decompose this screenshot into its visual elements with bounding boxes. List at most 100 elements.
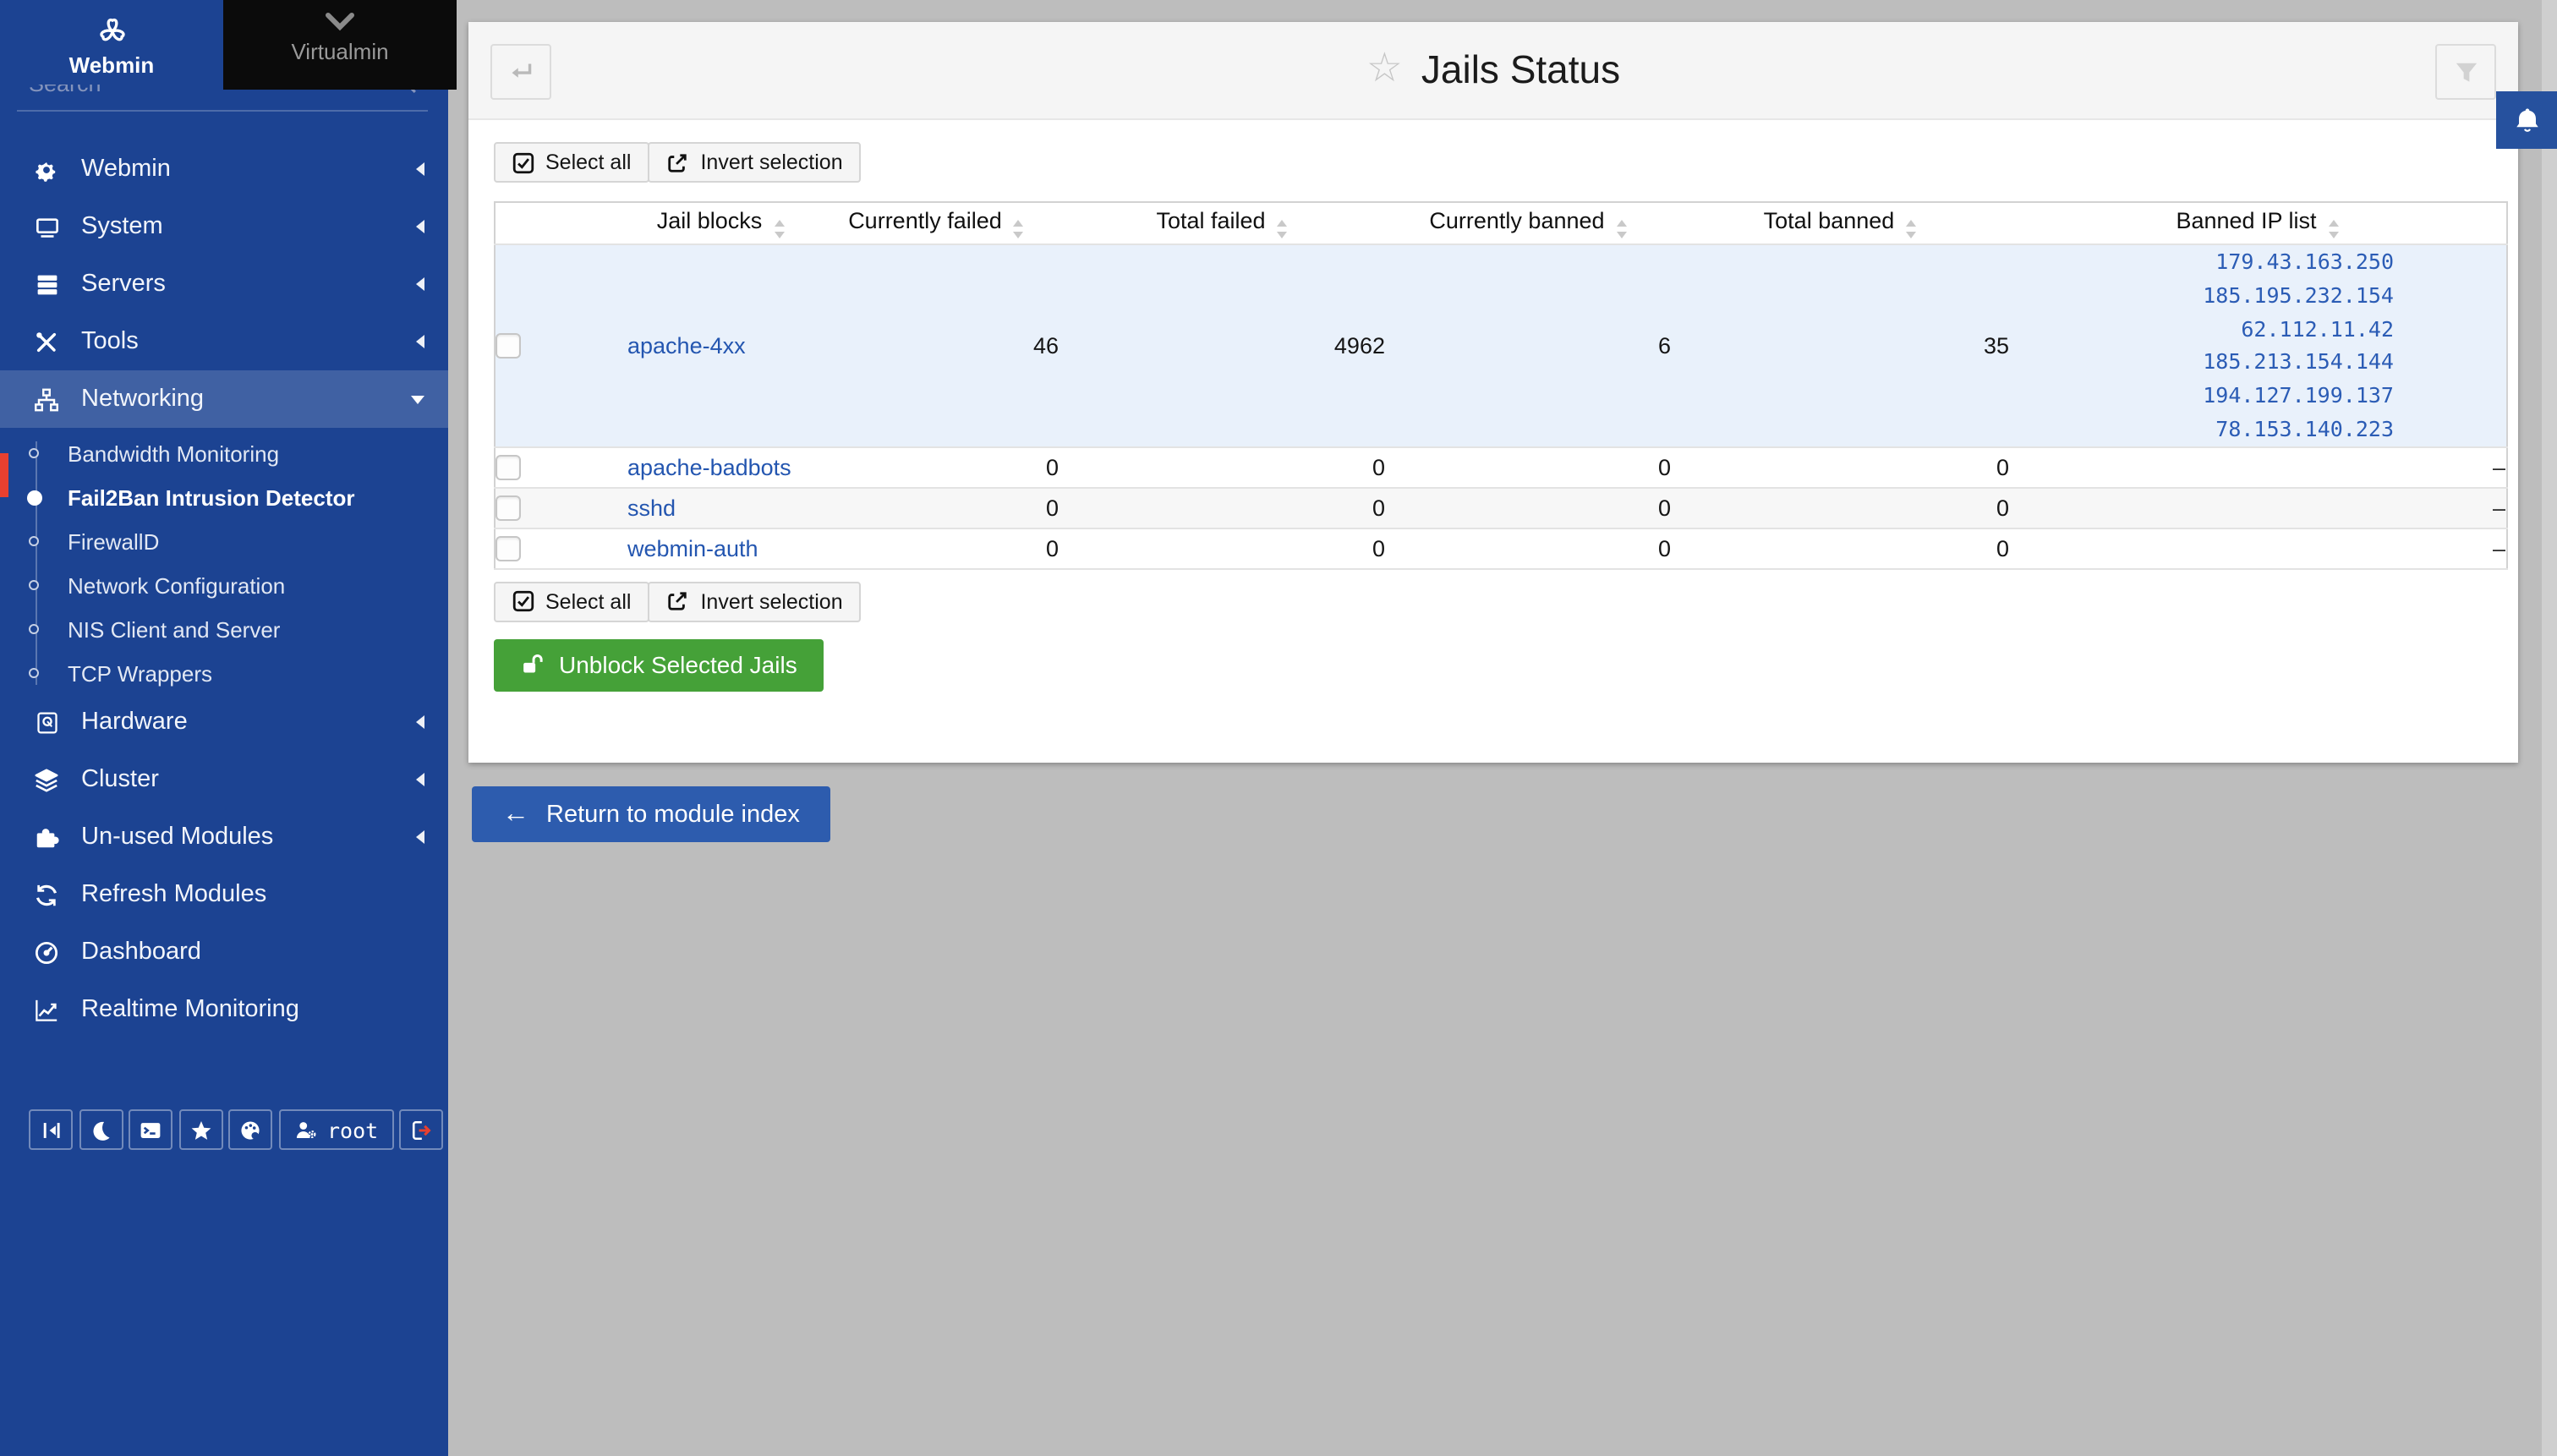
sidebar-item-dashboard[interactable]: Dashboard: [0, 923, 448, 981]
row-checkbox[interactable]: [495, 536, 520, 561]
gear-icon: [30, 156, 63, 182]
sidebar-item-firewalld[interactable]: FirewallD: [0, 519, 448, 563]
sidebar-item-refresh-modules[interactable]: Refresh Modules: [0, 866, 448, 923]
star-outline-icon[interactable]: ☆: [1366, 48, 1403, 89]
tab-webmin[interactable]: Webmin: [0, 0, 223, 85]
col-jail-blocks[interactable]: Jail blocks: [627, 202, 813, 244]
collapse-sidebar-button[interactable]: [29, 1109, 73, 1150]
invert-selection-button[interactable]: Invert selection: [648, 142, 861, 183]
jail-link[interactable]: sshd: [627, 495, 676, 521]
sidebar-item-cluster[interactable]: Cluster: [0, 751, 448, 808]
funnel-icon: [2453, 60, 2478, 84]
sidebar-item-tools[interactable]: Tools: [0, 313, 448, 370]
user-root-button[interactable]: root: [278, 1109, 393, 1150]
invert-selection-label: Invert selection: [700, 151, 842, 174]
sidebar-item-network-configuration[interactable]: Network Configuration: [0, 563, 448, 607]
sort-icon[interactable]: [1906, 221, 1916, 238]
tab-virtualmin[interactable]: Virtualmin: [223, 0, 457, 90]
terminal-button[interactable]: [129, 1109, 172, 1150]
tab-virtualmin-label: Virtualmin: [291, 39, 388, 64]
sidebar-item-unused-modules[interactable]: Un-used Modules: [0, 808, 448, 866]
sidebar-item-label: Hardware: [81, 709, 188, 736]
table-row-sshd: sshd 0 0 0 0 –: [494, 488, 2506, 528]
line-chart-icon: [30, 997, 63, 1022]
bullet-icon: [29, 668, 39, 678]
hard-drive-icon: [30, 709, 63, 735]
col-currently-banned[interactable]: Currently banned: [1385, 202, 1671, 244]
sidebar-item-webmin[interactable]: Webmin: [0, 140, 448, 198]
total-banned-value: 0: [1671, 488, 2009, 528]
sort-icon[interactable]: [2329, 221, 2339, 238]
moon-icon: [90, 1119, 112, 1141]
sidebar-item-networking[interactable]: Networking: [0, 370, 448, 428]
sort-icon[interactable]: [774, 221, 784, 238]
banned-ip: 194.127.199.137: [2009, 379, 2505, 413]
col-total-banned[interactable]: Total banned: [1671, 202, 2009, 244]
row-checkbox[interactable]: [495, 495, 520, 521]
return-to-module-index-button[interactable]: ← Return to module index: [472, 786, 830, 842]
sidebar-item-system[interactable]: System: [0, 198, 448, 255]
left-arrow-icon: ←: [502, 801, 529, 828]
sidebar-item-nis-client-server[interactable]: NIS Client and Server: [0, 607, 448, 651]
arrow-out-of-box-icon: [666, 151, 688, 173]
col-banned-ip-list[interactable]: Banned IP list: [2009, 202, 2506, 244]
jails-table: Jail blocks Currently failed Total faile…: [493, 201, 2507, 570]
theme-button[interactable]: [228, 1109, 272, 1150]
currently-banned-value: 0: [1385, 447, 1671, 488]
sidebar-item-realtime-monitoring[interactable]: Realtime Monitoring: [0, 981, 448, 1038]
select-all-label: Select all: [545, 151, 631, 174]
sidebar-item-bandwidth-monitoring[interactable]: Bandwidth Monitoring: [0, 431, 448, 475]
banned-ip-list-empty: –: [2009, 488, 2506, 528]
jail-link[interactable]: webmin-auth: [627, 536, 758, 561]
favorites-button[interactable]: [178, 1109, 222, 1150]
return-label: Return to module index: [546, 801, 800, 828]
jail-link[interactable]: apache-badbots: [627, 455, 791, 480]
currently-banned-value: 6: [1385, 244, 1671, 447]
banned-ip: 62.112.11.42: [2009, 312, 2505, 346]
monitor-icon: [30, 214, 63, 239]
table-row-webmin-auth: webmin-auth 0 0 0 0 –: [494, 528, 2506, 569]
total-banned-value: 35: [1671, 244, 2009, 447]
banned-ip: 179.43.163.250: [2009, 245, 2505, 279]
palette-icon: [238, 1119, 262, 1141]
banned-ip-list-empty: –: [2009, 528, 2506, 569]
sidebar-item-hardware[interactable]: Hardware: [0, 693, 448, 751]
bullet-icon: [29, 624, 39, 634]
filter-button[interactable]: [2435, 44, 2496, 100]
chevron-left-icon: [416, 162, 424, 176]
page-title: Jails Status: [1421, 47, 1620, 93]
night-mode-button[interactable]: [79, 1109, 123, 1150]
banned-ip-list: 179.43.163.250 185.195.232.154 62.112.11…: [2009, 244, 2506, 447]
unblock-selected-jails-button[interactable]: Unblock Selected Jails: [493, 639, 824, 692]
sidebar-item-tcp-wrappers[interactable]: TCP Wrappers: [0, 651, 448, 695]
jail-link[interactable]: apache-4xx: [627, 333, 746, 359]
sort-icon[interactable]: [1014, 221, 1024, 238]
row-checkbox[interactable]: [495, 455, 520, 480]
banned-ip: 185.213.154.144: [2009, 346, 2505, 380]
total-failed-value: 0: [1059, 447, 1385, 488]
panel-body: Select all Invert selection Jail blocks …: [468, 120, 2518, 692]
sidebar-item-fail2ban[interactable]: Fail2Ban Intrusion Detector: [0, 475, 448, 519]
terminal-icon: [139, 1119, 162, 1141]
logged-in-user: root: [327, 1117, 378, 1142]
bullet-icon: [29, 448, 39, 458]
sidebar-item-servers[interactable]: Servers: [0, 255, 448, 313]
invert-selection-button[interactable]: Invert selection: [648, 582, 861, 622]
sort-icon[interactable]: [1617, 221, 1627, 238]
star-icon: [189, 1119, 212, 1141]
row-checkbox[interactable]: [495, 333, 520, 359]
sort-icon[interactable]: [1278, 221, 1288, 238]
chevron-left-icon: [416, 715, 424, 729]
tab-webmin-label: Webmin: [69, 52, 155, 78]
sidebar-item-label: Webmin: [81, 156, 171, 183]
select-all-button[interactable]: Select all: [493, 582, 649, 622]
currently-failed-value: 46: [813, 244, 1059, 447]
col-currently-failed[interactable]: Currently failed: [813, 202, 1059, 244]
logout-button[interactable]: [399, 1109, 443, 1150]
sitemap-icon: [30, 386, 63, 412]
col-total-failed[interactable]: Total failed: [1059, 202, 1385, 244]
notifications-button[interactable]: [2496, 91, 2557, 149]
select-all-button[interactable]: Select all: [493, 142, 649, 183]
page-scrollbar[interactable]: [2542, 0, 2557, 1456]
currently-failed-value: 0: [813, 447, 1059, 488]
